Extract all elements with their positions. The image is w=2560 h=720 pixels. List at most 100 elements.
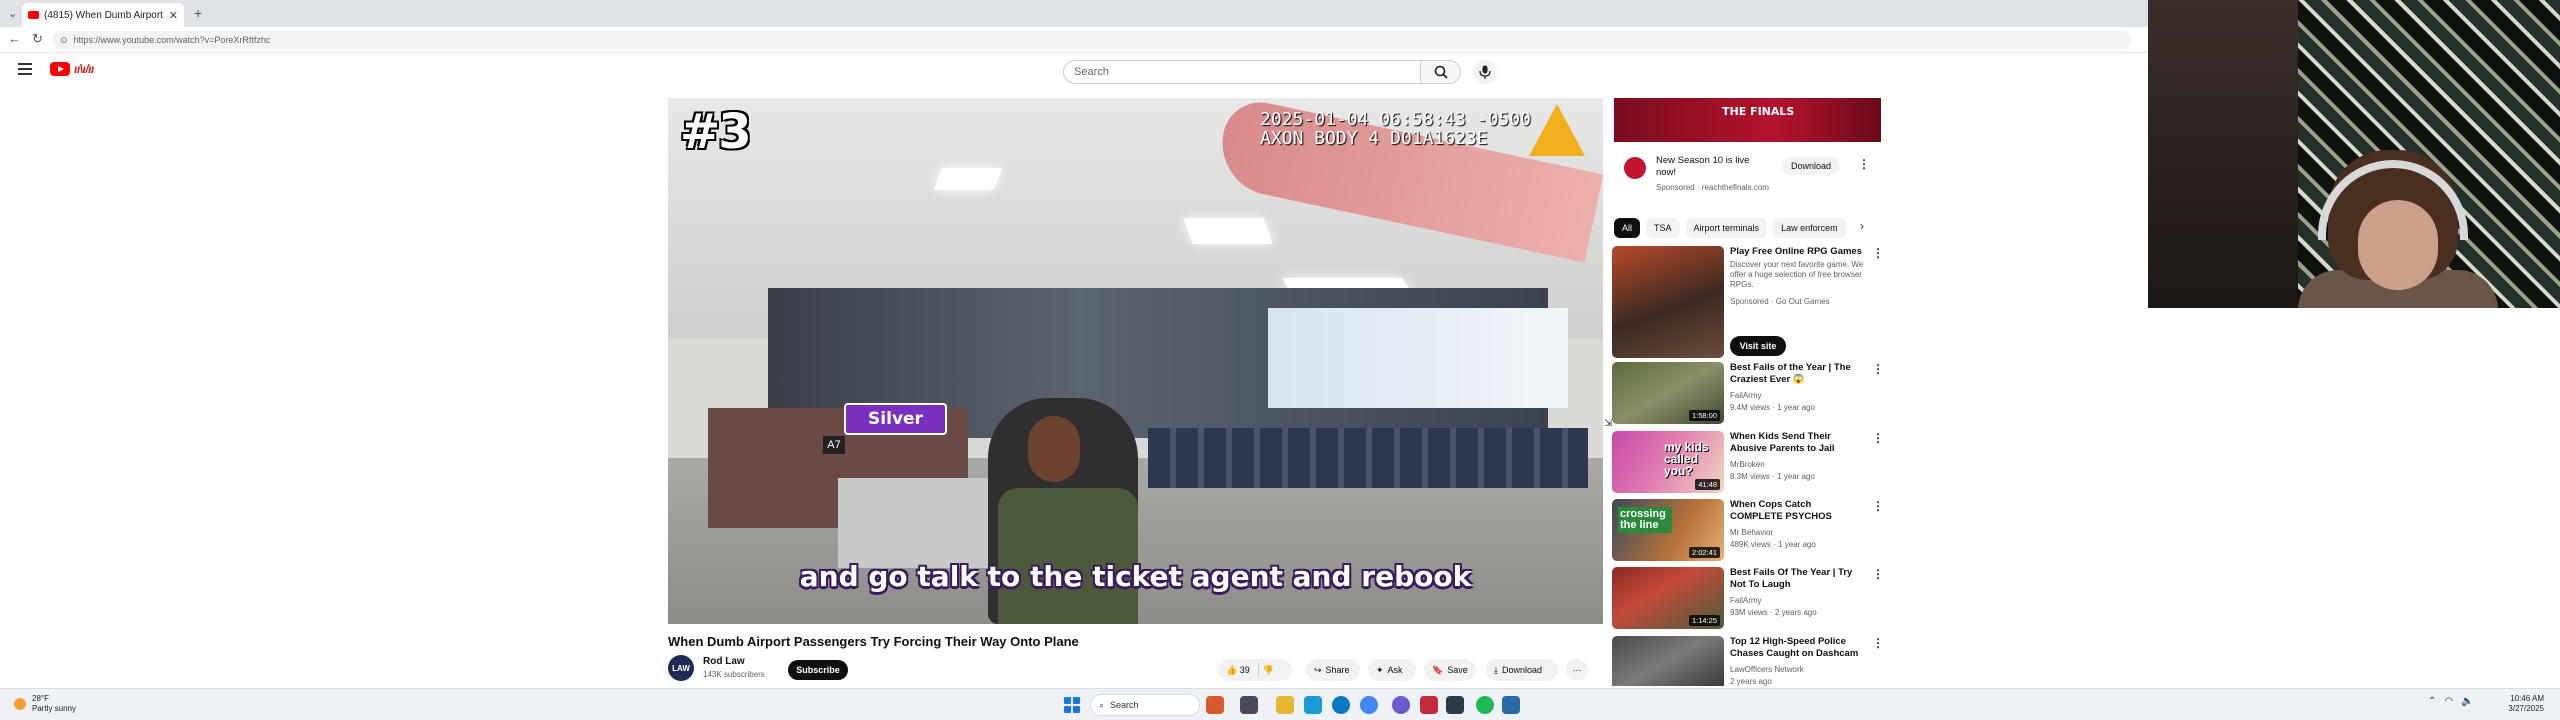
video-thumbnail[interactable]: my kids called you? 41:48	[1612, 431, 1724, 493]
video-channel[interactable]: FailArmy	[1730, 595, 1762, 606]
recommended-video[interactable]: Top 12 High-Speed Police Chases Caught o…	[1612, 636, 1882, 686]
search-icon	[1434, 65, 1448, 79]
browser-tab[interactable]: (4815) When Dumb Airport P ✕	[22, 3, 184, 27]
hamburger-menu-icon[interactable]	[18, 63, 32, 75]
video-menu-icon[interactable]: ⋮	[1872, 636, 1882, 650]
chrome-browser-icon[interactable]	[1360, 696, 1378, 714]
video-title: When Dumb Airport Passengers Try Forcing…	[668, 634, 1079, 649]
video-player[interactable]: Silver A7 #3 2025-01-04 06:58:43 -0500 A…	[668, 98, 1603, 624]
ad-menu-icon[interactable]: ⋮	[1858, 157, 1870, 171]
back-arrow-icon[interactable]: ←	[8, 31, 21, 46]
volume-icon[interactable]: 🔈	[2461, 696, 2473, 707]
weather-icon	[14, 698, 26, 710]
dislike-button[interactable]: 👎	[1263, 665, 1274, 676]
more-actions-button[interactable]: ⋯	[1566, 659, 1588, 681]
chevron-right-icon[interactable]: ›	[1860, 219, 1864, 233]
sparkle-icon: ✦	[1376, 664, 1384, 675]
browser-tab-bar: ⌄ (4815) When Dumb Airport P ✕ +	[0, 0, 2148, 27]
visit-site-button[interactable]: Visit site	[1730, 336, 1786, 356]
sponsored-game-card[interactable]: Play Free Online RPG Games Discover your…	[1612, 246, 1884, 358]
video-thumbnail[interactable]: 1:58:00	[1612, 362, 1724, 424]
timestamp-line2: AXON BODY 4 D01A1623E	[1260, 128, 1488, 149]
voice-search-button[interactable]	[1473, 60, 1497, 84]
search-button[interactable]	[1421, 60, 1461, 84]
like-count: 39	[1239, 664, 1250, 675]
recommended-video[interactable]: 1:58:00 Best Fails of the Year | The Cra…	[1612, 362, 1884, 426]
chip-airport-terminals[interactable]: Airport terminals	[1685, 218, 1768, 238]
close-tab-icon[interactable]: ✕	[169, 9, 178, 22]
edge-browser-icon[interactable]	[1332, 696, 1350, 714]
video-title[interactable]: Top 12 High-Speed Police Chases Caught o…	[1730, 636, 1865, 660]
promo-title[interactable]: Play Free Online RPG Games	[1730, 246, 1865, 258]
video-channel[interactable]: LawOfficers Network	[1730, 664, 1804, 675]
ad-banner-image[interactable]: THE FINALS	[1614, 98, 1881, 142]
system-clock[interactable]: 10:46 AM 3/27/2025	[2500, 694, 2544, 714]
steam-icon[interactable]	[1502, 696, 1520, 714]
ad-download-button[interactable]: Download	[1782, 157, 1840, 175]
taskbar-app-icon[interactable]	[1206, 696, 1224, 714]
url-text: https://www.youtube.com/watch?v=PoreXrRf…	[73, 35, 271, 45]
recommended-video[interactable]: 1:14:25 Best Fails Of The Year | Try Not…	[1612, 567, 1884, 631]
video-channel[interactable]: FailArmy	[1730, 390, 1762, 401]
youtube-play-icon	[50, 62, 70, 76]
download-button[interactable]: ⤓ Download	[1486, 659, 1558, 681]
taskbar-app-icon[interactable]	[1304, 696, 1322, 714]
url-field[interactable]: ⊙ https://www.youtube.com/watch?v=PoreXr…	[52, 31, 2132, 49]
file-explorer-icon[interactable]	[1276, 696, 1294, 714]
taskbar-app-icon[interactable]	[1392, 696, 1410, 714]
video-channel[interactable]: Mr Behavior	[1730, 527, 1773, 538]
video-stats: 2 years ago	[1730, 677, 1772, 686]
tray-chevron-icon[interactable]: ⌃	[2428, 696, 2436, 707]
start-button[interactable]	[1064, 697, 1080, 713]
subscribe-button[interactable]: Subscribe	[788, 660, 848, 680]
wifi-icon[interactable]: ◠	[2444, 696, 2453, 707]
chip-tsa[interactable]: TSA	[1646, 218, 1680, 238]
video-menu-icon[interactable]: ⋮	[1872, 499, 1884, 513]
clock-date: 3/27/2025	[2508, 704, 2544, 713]
reload-icon[interactable]: ↻	[32, 31, 43, 47]
site-info-icon[interactable]: ⊙	[60, 35, 68, 46]
tab-search-chevron-icon[interactable]: ⌄	[8, 7, 17, 20]
video-thumbnail[interactable]	[1612, 636, 1724, 686]
ad-title[interactable]: New Season 10 is live now!	[1656, 155, 1766, 179]
youtube-logo[interactable]: ıı\ı/ıı	[50, 62, 94, 76]
video-stats: 489K views · 1 year ago	[1730, 540, 1816, 549]
recommended-video[interactable]: my kids called you? 41:48 When Kids Send…	[1612, 431, 1884, 495]
video-menu-icon[interactable]: ⋮	[1872, 431, 1884, 445]
taskbar-search[interactable]: ⌕ Search	[1090, 694, 1200, 716]
video-thumbnail[interactable]: 1:14:25	[1612, 567, 1724, 629]
chip-all[interactable]: All	[1614, 218, 1641, 238]
promo-menu-icon[interactable]: ⋮	[1872, 246, 1884, 260]
channel-avatar[interactable]: LAW	[668, 655, 694, 681]
ask-button[interactable]: ✦ Ask	[1368, 659, 1416, 681]
video-menu-icon[interactable]: ⋮	[1872, 567, 1884, 581]
video-channel[interactable]: MrBroken	[1730, 459, 1765, 470]
video-thumbnail[interactable]: crossing the line 2:02:41	[1612, 499, 1724, 561]
save-button[interactable]: 🔖 Save	[1424, 659, 1476, 681]
promo-thumbnail[interactable]	[1612, 246, 1724, 358]
chip-law-enforcement[interactable]: Law enforcem	[1773, 218, 1846, 238]
channel-name[interactable]: Rod Law	[703, 656, 745, 667]
video-title[interactable]: Best Fails of the Year | The Craziest Ev…	[1730, 362, 1865, 386]
video-title[interactable]: When Cops Catch COMPLETE PSYCHOS	[1730, 499, 1865, 523]
address-bar-row: ← ↻ ⊙ https://www.youtube.com/watch?v=Po…	[0, 27, 2148, 53]
video-duration: 41:48	[1695, 479, 1720, 490]
video-menu-icon[interactable]: ⋮	[1872, 362, 1884, 376]
search-input[interactable]: Search	[1063, 60, 1421, 84]
video-title[interactable]: When Kids Send Their Abusive Parents to …	[1730, 431, 1865, 455]
promo-description: Discover your next favorite game. We off…	[1730, 260, 1864, 289]
webcam-overlay	[2148, 0, 2560, 308]
recommended-video[interactable]: crossing the line 2:02:41 When Cops Catc…	[1612, 499, 1884, 563]
taskbar-app-icon[interactable]	[1420, 696, 1438, 714]
taskbar-app-icon[interactable]	[1446, 696, 1464, 714]
new-tab-icon[interactable]: +	[194, 5, 202, 21]
like-button[interactable]: 👍 39	[1226, 665, 1250, 676]
timestamp-line1: 2025-01-04 06:58:43 -0500	[1260, 109, 1531, 130]
weather-widget[interactable]: 28°F Partly sunny	[14, 694, 76, 714]
advertiser-avatar[interactable]	[1624, 157, 1646, 179]
share-button[interactable]: ↪ Share	[1306, 659, 1360, 681]
taskbar-app-icon[interactable]	[1240, 696, 1258, 714]
video-title[interactable]: Best Fails Of The Year | Try Not To Laug…	[1730, 567, 1865, 591]
taskbar-search-icon: ⌕	[1099, 699, 1105, 710]
spotify-icon[interactable]	[1476, 696, 1494, 714]
